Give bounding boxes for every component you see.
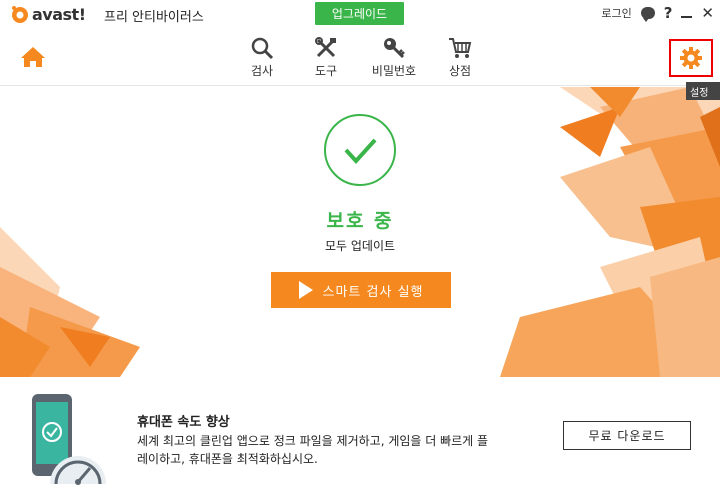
home-icon — [21, 47, 45, 67]
chat-icon[interactable] — [640, 7, 655, 22]
smart-scan-label: 스마트 검사 실행 — [322, 284, 424, 300]
promo-description: 세계 최고의 클린업 앱으로 정크 파일을 제거하고, 게임을 더 빠르게 플레… — [137, 434, 489, 466]
nav-bar: 검사 도구 비밀번호 상점 — [0, 28, 720, 86]
help-icon[interactable]: ? — [664, 4, 673, 22]
gear-icon — [680, 47, 702, 69]
smart-scan-button[interactable]: 스마트 검사 실행 — [271, 272, 451, 308]
nav-item-password[interactable]: 비밀번호 — [364, 36, 424, 79]
status-subtitle: 모두 업데이트 — [324, 239, 396, 253]
status-title: 보호 중 — [326, 210, 394, 232]
home-button[interactable] — [20, 46, 46, 68]
nav-item-store[interactable]: 상점 — [430, 36, 490, 79]
tools-icon — [315, 37, 336, 58]
main-status-panel: 보호 중 모두 업데이트 스마트 검사 실행 — [0, 87, 720, 377]
settings-tooltip: 설정 — [686, 82, 720, 100]
nav-label-password: 비밀번호 — [371, 64, 417, 78]
avast-logo-icon — [12, 6, 28, 23]
protected-status-circle — [324, 114, 396, 186]
promo-panel: 휴대폰 속도 향상 세계 최고의 클린업 앱으로 정크 파일을 제거하고, 게임… — [0, 377, 720, 496]
check-icon — [344, 138, 377, 164]
product-name: 프리 안티바이러스 — [104, 10, 204, 25]
logo-text: avast! — [32, 4, 86, 24]
key-icon — [384, 38, 405, 59]
nav-label-scan: 검사 — [250, 64, 274, 78]
nav-item-tools[interactable]: 도구 — [296, 36, 356, 79]
minimize-icon[interactable] — [681, 16, 693, 18]
phone-speed-illustration — [32, 394, 106, 485]
cart-icon — [449, 38, 472, 58]
nav-label-tools: 도구 — [314, 64, 338, 78]
search-icon — [251, 37, 274, 60]
avast-logo: avast! — [10, 4, 86, 24]
nav-item-scan[interactable]: 검사 — [232, 36, 292, 79]
promo-title: 휴대폰 속도 향상 — [137, 415, 230, 430]
nav-label-store: 상점 — [448, 64, 472, 78]
close-icon[interactable]: ✕ — [701, 4, 714, 22]
title-bar: avast! 프리 안티바이러스 업그레이드 로그인 ? ✕ — [0, 0, 720, 28]
free-download-button[interactable]: 무료 다운로드 — [563, 421, 691, 450]
upgrade-button[interactable]: 업그레이드 — [315, 2, 404, 25]
play-icon — [298, 281, 313, 299]
settings-button[interactable] — [669, 39, 713, 77]
login-link[interactable]: 로그인 — [601, 5, 631, 21]
